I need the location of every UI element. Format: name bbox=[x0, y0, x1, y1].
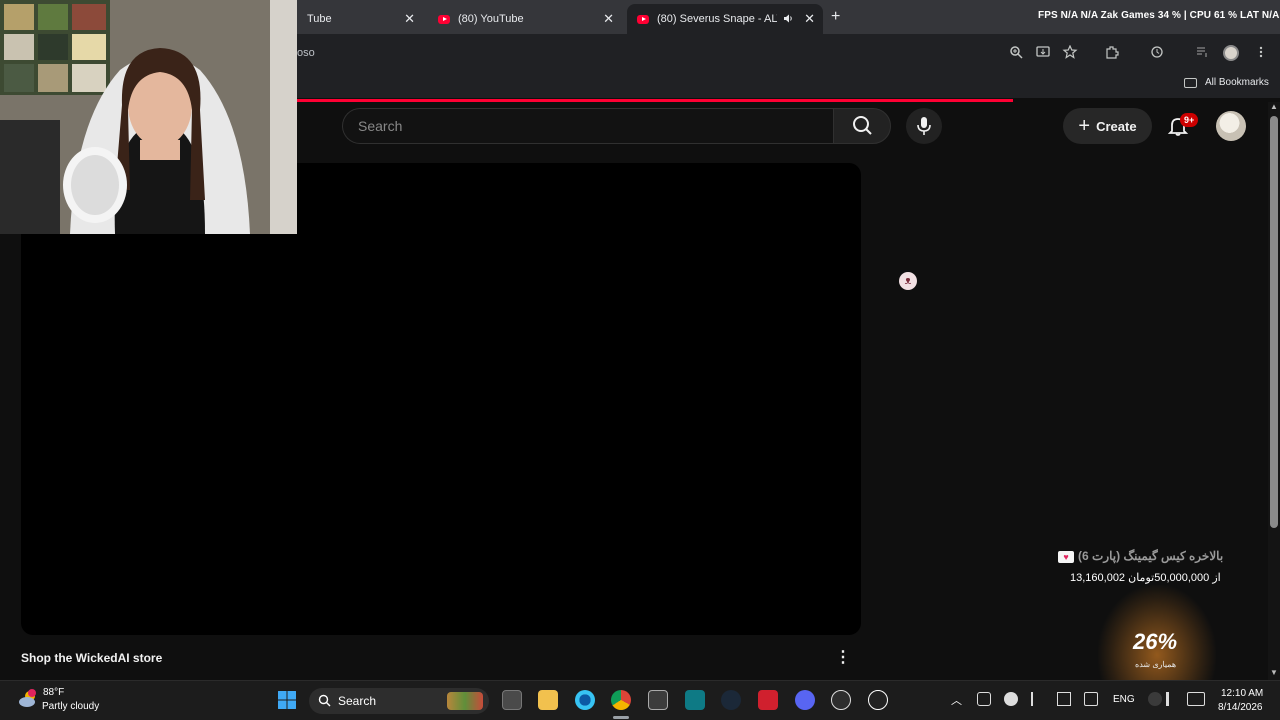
browser-tab[interactable]: (80) YouTube ✕ bbox=[428, 4, 622, 34]
tray-window-icon[interactable] bbox=[1057, 692, 1071, 706]
microphone-icon bbox=[917, 117, 931, 135]
plus-icon: + bbox=[1078, 115, 1091, 137]
create-button[interactable]: + Create bbox=[1063, 108, 1152, 144]
webcam-feed-image bbox=[0, 0, 297, 234]
address-bar[interactable]: oso bbox=[297, 47, 315, 59]
account-avatar[interactable] bbox=[1216, 111, 1246, 141]
performance-overlay: FPS N/A N/A Zak Games 34 % | CPU 61 % LA… bbox=[1038, 10, 1280, 21]
show-hidden-icons-icon[interactable]: ︿ bbox=[951, 692, 962, 708]
media-player-icon[interactable] bbox=[868, 690, 888, 710]
media-controls-icon[interactable] bbox=[1194, 45, 1210, 59]
microsoft-store-icon[interactable] bbox=[648, 690, 668, 710]
clock-time[interactable]: 12:10 AM bbox=[1221, 688, 1263, 699]
donation-amount: 13,160,002 از 50,000,000تومان bbox=[1070, 572, 1221, 584]
donation-title: بالاخره کیس گیمینگ (پارت 6) bbox=[1078, 549, 1224, 563]
partly-cloudy-icon[interactable] bbox=[17, 688, 39, 710]
tray-app-icon[interactable] bbox=[977, 692, 991, 706]
zoom-icon[interactable] bbox=[1008, 45, 1024, 59]
tray-cloud-icon[interactable] bbox=[1004, 692, 1018, 706]
volume-icon[interactable] bbox=[1166, 692, 1180, 706]
search-icon bbox=[853, 116, 872, 135]
install-app-icon[interactable] bbox=[1035, 45, 1051, 59]
close-tab-icon[interactable]: ✕ bbox=[603, 11, 614, 27]
all-bookmarks-label: All Bookmarks bbox=[1205, 77, 1269, 88]
language-indicator[interactable]: ENG bbox=[1113, 694, 1135, 705]
taskbar-search-label: Search bbox=[338, 694, 377, 708]
scroll-up-icon[interactable]: ▲ bbox=[1269, 102, 1279, 111]
tab-title: (80) Severus Snape - ALWAYS bbox=[657, 13, 777, 25]
bookmark-star-icon[interactable] bbox=[1062, 45, 1078, 59]
wifi-icon[interactable] bbox=[1148, 692, 1162, 706]
weather-temperature[interactable]: 88°F bbox=[43, 687, 64, 698]
close-tab-icon[interactable]: ✕ bbox=[404, 11, 415, 27]
donation-percent: 26% bbox=[1133, 629, 1178, 654]
scroll-down-icon[interactable]: ▼ bbox=[1269, 668, 1279, 677]
search-input[interactable]: Search bbox=[342, 108, 833, 144]
clock-date[interactable]: 8/14/2026 bbox=[1218, 702, 1263, 713]
voice-search-button[interactable] bbox=[906, 108, 942, 144]
youtube-favicon-icon bbox=[637, 14, 649, 24]
tray-mic-icon[interactable] bbox=[1031, 692, 1045, 706]
taskbar-search[interactable]: Search bbox=[309, 688, 489, 714]
browser-profile-avatar[interactable] bbox=[1223, 45, 1239, 61]
task-view-icon[interactable] bbox=[502, 690, 522, 710]
file-explorer-icon[interactable] bbox=[538, 690, 558, 710]
app-red-icon[interactable] bbox=[758, 690, 778, 710]
scrollbar-thumb[interactable] bbox=[1270, 116, 1278, 528]
app-icon[interactable] bbox=[685, 690, 705, 710]
notification-count-badge: 9+ bbox=[1180, 113, 1199, 127]
tab-title: (80) YouTube bbox=[458, 13, 524, 25]
keyboard-icon[interactable] bbox=[1084, 692, 1098, 706]
speaker-icon[interactable] bbox=[783, 13, 794, 24]
youtube-favicon-icon bbox=[438, 14, 450, 24]
search-button[interactable] bbox=[833, 108, 891, 144]
search-highlight-icon bbox=[447, 692, 483, 710]
more-actions-icon[interactable]: ⋮ bbox=[834, 648, 852, 668]
cat-emote-icon: ᴥ bbox=[899, 272, 917, 290]
new-tab-button[interactable]: + bbox=[831, 8, 840, 26]
search-icon bbox=[318, 694, 331, 707]
all-bookmarks-button[interactable]: All Bookmarks bbox=[1184, 77, 1269, 88]
shop-label[interactable]: Shop the WickedAI store bbox=[21, 651, 162, 665]
heart-icon: ♥ bbox=[1058, 551, 1074, 563]
donation-subtitle: همیاری شده bbox=[1135, 660, 1177, 669]
browser-menu-icon[interactable] bbox=[1253, 45, 1269, 59]
battery-icon[interactable] bbox=[1187, 692, 1205, 706]
discord-icon[interactable] bbox=[795, 690, 815, 710]
browser-tab[interactable]: Tube ✕ bbox=[297, 4, 423, 34]
weather-description[interactable]: Partly cloudy bbox=[42, 701, 99, 712]
active-app-indicator bbox=[613, 716, 629, 719]
edge-browser-icon[interactable] bbox=[575, 690, 595, 710]
app-circle-icon[interactable] bbox=[831, 690, 851, 710]
chrome-browser-icon[interactable] bbox=[611, 690, 631, 710]
browser-tab-active[interactable]: (80) Severus Snape - ALWAYS ✕ bbox=[627, 4, 823, 34]
tab-title: Tube bbox=[307, 13, 332, 25]
folder-icon bbox=[1184, 77, 1197, 88]
windows-start-icon[interactable] bbox=[277, 690, 297, 710]
history-icon[interactable] bbox=[1149, 45, 1165, 59]
extensions-icon[interactable] bbox=[1104, 45, 1120, 59]
webcam-overlay bbox=[0, 0, 297, 234]
create-label: Create bbox=[1096, 118, 1137, 134]
steam-icon[interactable] bbox=[721, 690, 741, 710]
close-tab-icon[interactable]: ✕ bbox=[804, 11, 815, 27]
